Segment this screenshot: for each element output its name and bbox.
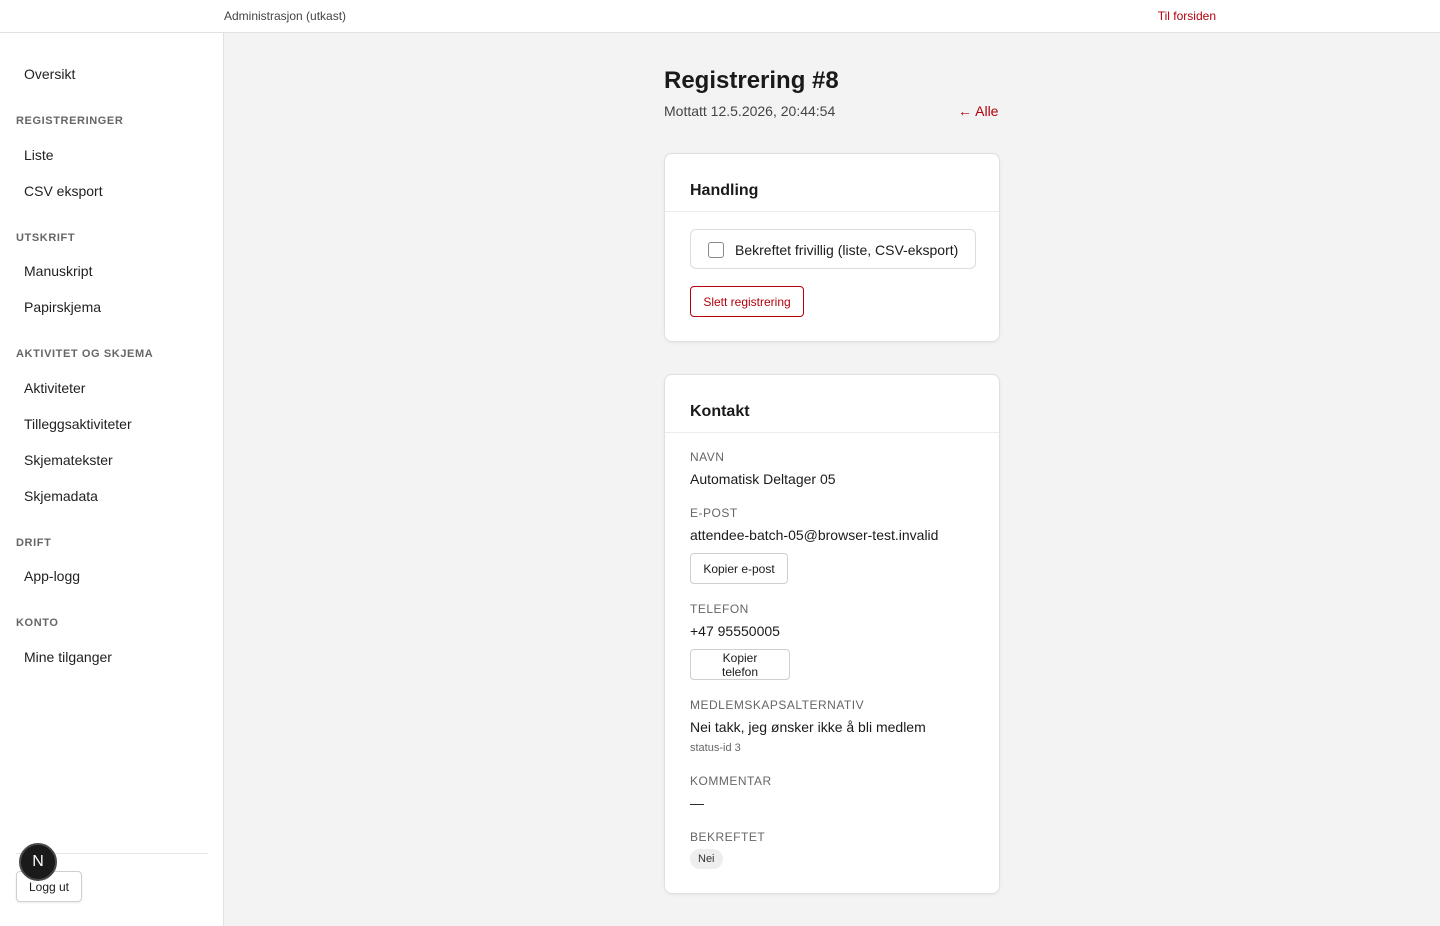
delete-registration-button[interactable]: Slett registrering <box>690 286 804 317</box>
membership-label: MEDLEMSKAPSALTERNATIV <box>690 698 865 712</box>
page-title: Registrering #8 <box>664 67 839 94</box>
card-divider <box>665 211 999 212</box>
comment-value: — <box>690 795 704 811</box>
sidebar-item-form-texts[interactable]: Skjematekster <box>24 452 113 468</box>
phone-value: +47 95550005 <box>690 623 780 639</box>
sidebar-item-paper-form[interactable]: Papirskjema <box>24 299 101 315</box>
sidebar-heading-registrations: REGISTRERINGER <box>16 115 124 127</box>
sidebar-heading-account: KONTO <box>16 617 59 629</box>
sidebar-item-form-data[interactable]: Skjemadata <box>24 488 98 504</box>
email-value: attendee-batch-05@browser-test.invalid <box>690 527 939 543</box>
sidebar-item-app-log[interactable]: App-logg <box>24 568 80 584</box>
copy-email-button[interactable]: Kopier e-post <box>690 553 788 584</box>
contact-card: Kontakt NAVN Automatisk Deltager 05 E-PO… <box>664 374 1000 894</box>
sidebar-heading-activity: AKTIVITET OG SKJEMA <box>16 348 154 360</box>
confirm-volunteer-checkbox[interactable] <box>708 242 724 258</box>
card-divider <box>665 432 999 433</box>
comment-label: KOMMENTAR <box>690 774 772 788</box>
phone-label: TELEFON <box>690 602 749 616</box>
sidebar-item-list[interactable]: Liste <box>24 147 54 163</box>
top-bar: Administrasjon (utkast) Til forsiden <box>0 0 1440 33</box>
framework-badge-icon[interactable]: N <box>19 843 57 881</box>
action-card: Handling Bekreftet frivillig (liste, CSV… <box>664 153 1000 342</box>
confirm-volunteer-checkbox-row[interactable]: Bekreftet frivillig (liste, CSV-eksport) <box>690 229 976 269</box>
received-timestamp: Mottatt 12.5.2026, 20:44:54 <box>664 103 836 119</box>
name-label: NAVN <box>690 450 725 464</box>
copy-phone-button[interactable]: Kopier telefon <box>690 649 790 680</box>
home-link[interactable]: Til forsiden <box>1158 9 1216 23</box>
membership-value: Nei takk, jeg ønsker ikke å bli medlem <box>690 719 926 735</box>
confirm-volunteer-label: Bekreftet frivillig (liste, CSV-eksport) <box>735 242 959 258</box>
sidebar-item-extra-activities[interactable]: Tilleggsaktiviteter <box>24 416 132 432</box>
sidebar-heading-print: UTSKRIFT <box>16 232 76 244</box>
sidebar-item-csv-export[interactable]: CSV eksport <box>24 183 103 199</box>
email-label: E-POST <box>690 506 738 520</box>
sidebar-item-my-access[interactable]: Mine tilganger <box>24 649 112 665</box>
sidebar-item-activities[interactable]: Aktiviteter <box>24 380 85 396</box>
sidebar-item-overview[interactable]: Oversikt <box>24 66 75 82</box>
name-value: Automatisk Deltager 05 <box>690 471 836 487</box>
app-title: Administrasjon (utkast) <box>224 9 347 23</box>
sidebar: Oversikt REGISTRERINGER Liste CSV ekspor… <box>0 33 224 926</box>
back-to-all-link[interactable]: ← Alle <box>958 103 998 119</box>
contact-card-title: Kontakt <box>690 403 750 420</box>
sidebar-item-manuscript[interactable]: Manuskript <box>24 263 92 279</box>
confirmed-status-badge: Nei <box>690 849 723 869</box>
action-card-title: Handling <box>690 182 759 199</box>
membership-status-id: status-id 3 <box>690 742 741 754</box>
confirmed-label: BEKREFTET <box>690 830 766 844</box>
sidebar-heading-operations: DRIFT <box>16 537 52 549</box>
